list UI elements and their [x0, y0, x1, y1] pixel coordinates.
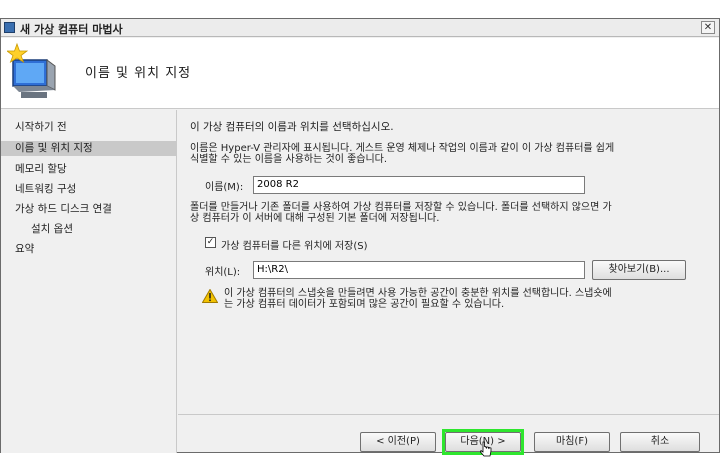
window-title: 새 가상 컴퓨터 마법사 — [20, 23, 123, 36]
monitor-star-icon — [7, 42, 56, 98]
location-label: 위치(L): — [205, 267, 241, 278]
wizard-steps-sidebar: 시작하기 전 이름 및 위치 지정 메모리 할당 네트워킹 구성 가상 하드 디… — [1, 110, 177, 453]
wizard-content: 이 가상 컴퓨터의 이름과 위치를 선택하십시오. 이름은 Hyper-V 관리… — [178, 110, 719, 457]
cancel-button[interactable]: 취소 — [620, 432, 700, 452]
sidebar-item-networking[interactable]: 네트워킹 구성 — [1, 182, 176, 197]
name-label: 이름(M): — [205, 182, 244, 193]
page-title: 이름 및 위치 지정 — [85, 66, 192, 81]
folder-help-line-1: 폴더를 만들거나 기존 폴더를 사용하여 가상 컴퓨터를 저장할 수 있습니다.… — [190, 202, 612, 213]
sidebar-item-summary[interactable]: 요약 — [1, 242, 176, 257]
name-input[interactable]: 2008 R2 — [253, 176, 585, 194]
finish-button[interactable]: 마침(F) — [534, 432, 610, 452]
sidebar-item-install-options[interactable]: 설치 옵션 — [1, 222, 176, 237]
title-bar[interactable]: 새 가상 컴퓨터 마법사 ✕ — [1, 19, 719, 37]
name-help-line-2: 식별할 수 있는 이름을 사용하는 것이 좋습니다. — [190, 154, 388, 165]
warning-triangle-icon — [202, 289, 218, 303]
name-help-line-1: 이름은 Hyper-V 관리자에 표시됩니다. 게스트 운영 체제나 작업의 이… — [190, 143, 615, 154]
store-elsewhere-label[interactable]: 가상 컴퓨터를 다른 위치에 저장(S) — [221, 237, 367, 252]
sidebar-item-before-you-begin[interactable]: 시작하기 전 — [1, 120, 176, 135]
intro-text: 이 가상 컴퓨터의 이름과 위치를 선택하십시오. — [190, 121, 394, 133]
warning-line-1: 이 가상 컴퓨터의 스냅숏을 만들려면 사용 가능한 공간이 충분한 위치를 선… — [224, 288, 612, 299]
mouse-cursor-icon — [480, 441, 492, 457]
store-elsewhere-checkbox[interactable]: ✓ — [205, 237, 216, 248]
warning-line-2: 는 가상 컴퓨터 데이터가 포함되며 많은 공간이 필요할 수 있습니다. — [224, 299, 505, 310]
location-input[interactable]: H:\R2\ — [253, 261, 585, 279]
close-icon[interactable]: ✕ — [701, 21, 715, 34]
bottom-separator — [178, 414, 719, 415]
browse-button[interactable]: 찾아보기(B)... — [592, 260, 686, 280]
folder-help-line-2: 상 컴퓨터가 이 서버에 대해 구성된 기본 폴더에 저장됩니다. — [190, 213, 440, 224]
sidebar-item-virtual-disk[interactable]: 가상 하드 디스크 연결 — [1, 202, 176, 217]
wizard-header: 이름 및 위치 지정 — [1, 38, 719, 109]
wizard-window: 새 가상 컴퓨터 마법사 ✕ 이름 및 위치 지정 시작하기 전 이름 및 위치… — [0, 18, 720, 457]
sidebar-item-memory[interactable]: 메모리 할당 — [1, 162, 176, 177]
previous-button[interactable]: < 이전(P) — [360, 432, 436, 452]
window-app-icon — [4, 22, 15, 33]
sidebar-item-name-location[interactable]: 이름 및 위치 지정 — [1, 141, 176, 156]
